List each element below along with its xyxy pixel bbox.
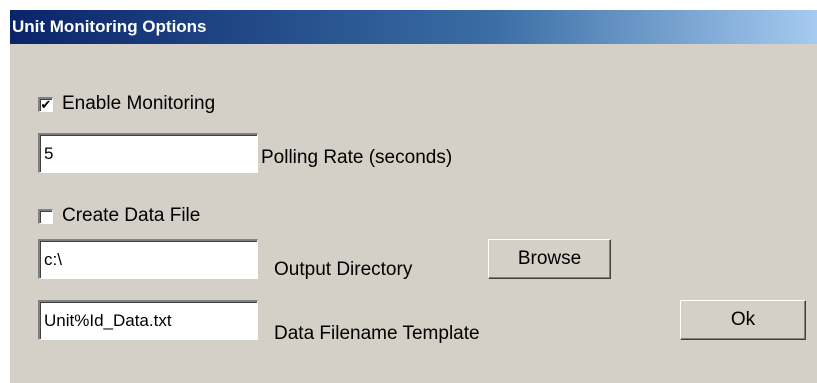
title-bar[interactable]: Unit Monitoring Options — [10, 10, 817, 44]
enable-monitoring-label: Enable Monitoring — [62, 93, 216, 114]
polling-rate-input[interactable] — [38, 133, 258, 173]
unit-monitoring-options-dialog: Unit Monitoring Options ✔ Enable Monitor… — [8, 8, 817, 383]
create-data-file-checkbox-row[interactable]: Create Data File — [38, 205, 200, 227]
polling-rate-label: Polling Rate (seconds) — [261, 147, 453, 168]
ok-button[interactable]: Ok — [680, 300, 806, 340]
filename-template-input[interactable] — [38, 300, 258, 340]
browse-button[interactable]: Browse — [488, 239, 611, 279]
create-data-file-checkbox[interactable] — [38, 208, 53, 224]
output-directory-input[interactable] — [38, 239, 258, 279]
enable-monitoring-checkbox[interactable]: ✔ — [38, 96, 53, 112]
enable-monitoring-checkbox-row[interactable]: ✔ Enable Monitoring — [38, 93, 215, 115]
filename-template-label: Data Filename Template — [274, 323, 480, 344]
dialog-title: Unit Monitoring Options — [12, 17, 207, 36]
output-directory-label: Output Directory — [274, 259, 413, 280]
create-data-file-label: Create Data File — [62, 205, 201, 226]
